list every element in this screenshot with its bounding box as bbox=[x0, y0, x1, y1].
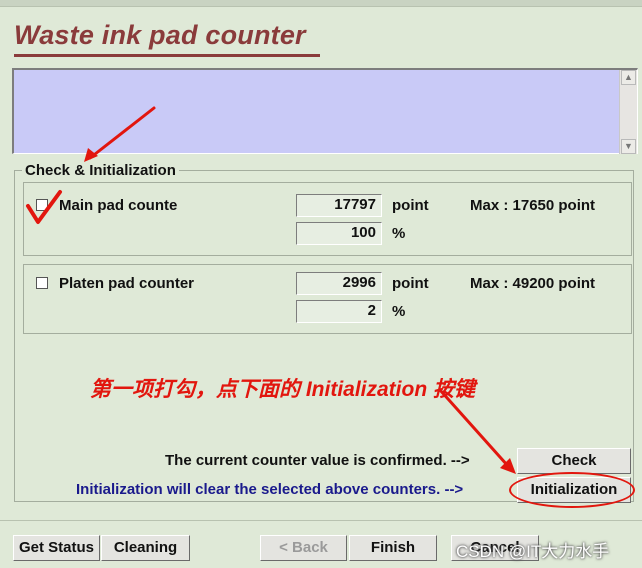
cleaning-button[interactable]: Cleaning bbox=[101, 535, 190, 561]
finish-button[interactable]: Finish bbox=[349, 535, 437, 561]
title-underline bbox=[14, 54, 320, 57]
watermark-text: CSDN @IT大力水手 bbox=[456, 542, 610, 561]
annotation-instruction-text: 第一项打勾，点下面的 Initialization 按键 bbox=[90, 378, 476, 401]
platen-pad-percent-field: 2 bbox=[296, 300, 382, 323]
message-scrollbar[interactable]: ▲ ▼ bbox=[619, 70, 637, 154]
main-pad-unit: point bbox=[392, 197, 429, 214]
red-circle-annotation bbox=[509, 472, 635, 508]
red-arrow-to-checkbox-icon bbox=[84, 106, 156, 162]
red-checkmark-icon bbox=[26, 190, 62, 224]
platen-pad-unit: point bbox=[392, 275, 429, 292]
main-pad-percent-unit: % bbox=[392, 225, 406, 242]
platen-pad-value-field: 2996 bbox=[296, 272, 382, 295]
scroll-down-icon[interactable]: ▼ bbox=[621, 139, 636, 154]
platen-pad-checkbox[interactable] bbox=[36, 277, 48, 289]
back-button[interactable]: < Back bbox=[260, 535, 347, 561]
get-status-button[interactable]: Get Status bbox=[13, 535, 100, 561]
platen-pad-percent-unit: % bbox=[392, 303, 406, 320]
scroll-up-icon[interactable]: ▲ bbox=[621, 70, 636, 85]
main-pad-max: Max : 17650 point bbox=[470, 197, 596, 214]
check-button[interactable]: Check bbox=[517, 448, 631, 474]
main-pad-value-field: 17797 bbox=[296, 194, 382, 217]
bottom-separator bbox=[0, 520, 642, 521]
main-pad-percent-field: 100 bbox=[296, 222, 382, 245]
platen-pad-max: Max : 49200 point bbox=[470, 275, 596, 292]
group-title: Check & Initialization bbox=[22, 162, 179, 179]
initialization-description: Initialization will clear the selected a… bbox=[76, 481, 464, 498]
page-title: Waste ink pad counter bbox=[14, 20, 306, 50]
window-top-strip bbox=[0, 0, 642, 7]
platen-pad-label: Platen pad counter bbox=[59, 275, 195, 292]
confirm-description: The current counter value is confirmed. … bbox=[165, 452, 470, 469]
main-pad-label: Main pad counte bbox=[59, 197, 178, 214]
